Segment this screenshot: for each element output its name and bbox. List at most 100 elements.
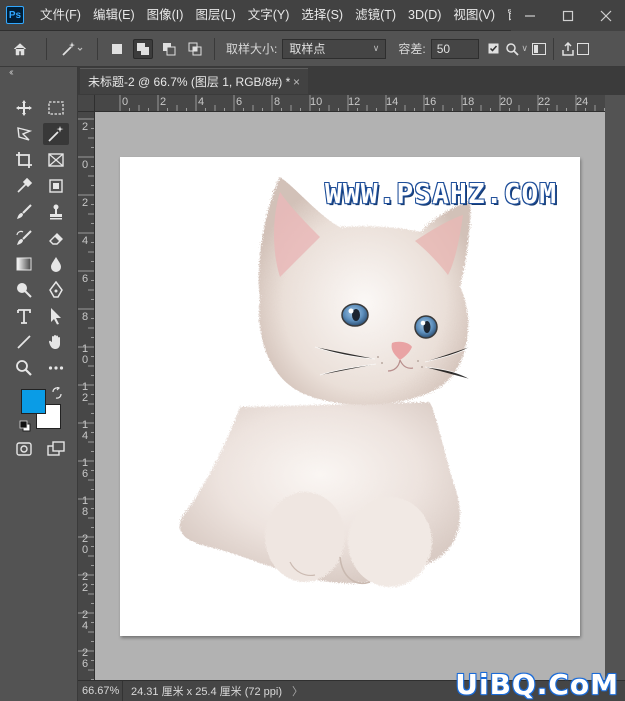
crop-tool-icon[interactable] [11,149,37,171]
ruler-label: 1 8 [81,495,89,518]
sample-magnifier-icon[interactable] [505,37,519,61]
menu-image[interactable]: 图像(I) [141,0,190,31]
ruler-label: 4 [198,96,205,108]
ruler-label: 1 2 [81,381,89,404]
screen-mode-icon[interactable] [43,438,69,460]
canvas-workspace[interactable]: WWW.PSAHZ.COM [95,112,605,680]
ruler-label: 16 [424,96,437,108]
add-to-selection-icon[interactable] [133,38,153,59]
share-icon[interactable] [560,37,576,61]
collapse-arrows-icon[interactable]: ‹‹ [9,67,13,78]
ruler-label: 8 [81,311,89,323]
sample-size-select[interactable]: 取样点 ∨ [282,38,387,59]
tools-panel: ‹‹ [0,67,78,701]
ruler-label: 4 [81,235,89,247]
corner-watermark: UiBQ.CoM [455,668,619,701]
eraser-tool-icon[interactable] [43,227,69,249]
ruler-label: 1 4 [81,419,89,442]
divider [46,37,47,60]
divider [97,37,98,60]
blur-tool-icon[interactable] [43,253,69,275]
ruler-label: 2 0 [81,533,89,556]
document-size-info: 24.31 厘米 x 25.4 厘米 (72 ppi) [131,686,283,698]
hand-tool-icon[interactable] [43,331,69,353]
clone-stamp-tool-icon[interactable] [43,201,69,223]
window-controls [511,0,625,31]
ruler-label: 2 2 [81,571,89,594]
checkbox-icon[interactable] [487,37,501,61]
swap-colors-icon[interactable] [51,386,63,399]
more-tools-icon[interactable] [43,357,69,379]
document-canvas[interactable]: WWW.PSAHZ.COM [120,157,580,636]
ruler-label: 14 [386,96,399,108]
subtract-from-selection-icon[interactable] [159,39,179,59]
magic-wand-preset-icon[interactable] [53,37,91,61]
chevron-down-icon[interactable]: ∨ [519,37,531,61]
ruler-label: 22 [538,96,551,108]
site-logo-watermark: WWW.PSAHZ.COM [325,177,558,210]
vertical-ruler[interactable]: 2 0 2 4 6 8 1 0 1 2 1 4 1 6 1 8 2 0 2 2 … [78,112,95,680]
ruler-label: 8 [274,96,281,108]
ruler-label: 0 [81,159,89,171]
home-icon[interactable] [0,37,40,61]
tolerance-label: 容差: [398,42,426,56]
magic-wand-tool-icon[interactable] [43,123,69,145]
workspace-icon[interactable] [576,37,590,61]
zoom-tool-icon[interactable] [11,357,37,379]
ruler-origin[interactable] [78,95,95,112]
eyedropper-tool-icon[interactable] [11,175,37,197]
default-colors-icon[interactable] [19,420,31,432]
ruler-label: 10 [310,96,323,108]
tolerance-input[interactable]: 50 [430,38,479,59]
subject-panel-icon[interactable] [531,37,547,61]
options-bar: 取样大小: 取样点 ∨ 容差: 50 ∨ [0,31,625,67]
menu-bar: Ps 文件(F) 编辑(E) 图像(I) 图层(L) 文字(Y) 选择(S) 滤… [0,0,625,31]
ruler-label: 12 [348,96,361,108]
history-brush-tool-icon[interactable] [11,227,37,249]
intersect-selection-icon[interactable] [185,39,205,59]
zoom-level-field[interactable]: 66.67% [78,681,123,701]
new-selection-icon[interactable] [107,39,127,59]
photoshop-logo[interactable]: Ps [6,6,24,24]
quick-mask-icon[interactable] [11,438,37,460]
maximize-icon[interactable] [549,0,587,31]
minimize-icon[interactable] [511,0,549,31]
gradient-tool-icon[interactable] [11,253,37,275]
ruler-label: 6 [236,96,243,108]
ruler-label: 2 4 [81,609,89,632]
tab-close-icon[interactable]: × [293,75,300,89]
menu-layer[interactable]: 图层(L) [189,0,241,31]
ruler-label: 24 [576,96,589,108]
marquee-tool-icon[interactable] [43,97,69,119]
type-tool-icon[interactable] [11,305,37,327]
ruler-label: 2 [160,96,167,108]
ruler-label: 1 0 [81,343,89,366]
frame-tool-icon[interactable] [43,149,69,171]
brush-tool-icon[interactable] [11,201,37,223]
pen-tool-icon[interactable] [43,279,69,301]
chevron-right-icon[interactable]: 〉 [292,683,303,699]
ruler-label: 2 [81,121,89,133]
menu-file[interactable]: 文件(F) [34,0,87,31]
dodge-tool-icon[interactable] [11,279,37,301]
menu-view[interactable]: 视图(V) [447,0,501,31]
path-selection-tool-icon[interactable] [43,305,69,327]
menu-edit[interactable]: 编辑(E) [87,0,141,31]
menu-select[interactable]: 选择(S) [295,0,349,31]
divider [552,37,554,60]
close-icon[interactable] [587,0,625,31]
ruler-label: 0 [122,96,129,108]
document-tab[interactable]: 未标题-2 @ 66.7% (图层 1, RGB/8#) * × [80,68,308,94]
foreground-color-swatch[interactable] [21,389,46,414]
horizontal-ruler[interactable]: 0 2 4 6 8 10 12 14 16 18 20 22 24 [95,95,605,112]
spot-healing-tool-icon[interactable] [43,175,69,197]
lasso-tool-icon[interactable] [11,123,37,145]
menu-3d[interactable]: 3D(D) [402,0,447,31]
ruler-label: 18 [462,96,475,108]
line-tool-icon[interactable] [11,331,37,353]
ruler-label: 1 6 [81,457,89,480]
move-tool-icon[interactable] [11,97,37,119]
menu-type[interactable]: 文字(Y) [242,0,296,31]
ruler-label: 2 6 [81,647,89,670]
menu-filter[interactable]: 滤镜(T) [349,0,402,31]
